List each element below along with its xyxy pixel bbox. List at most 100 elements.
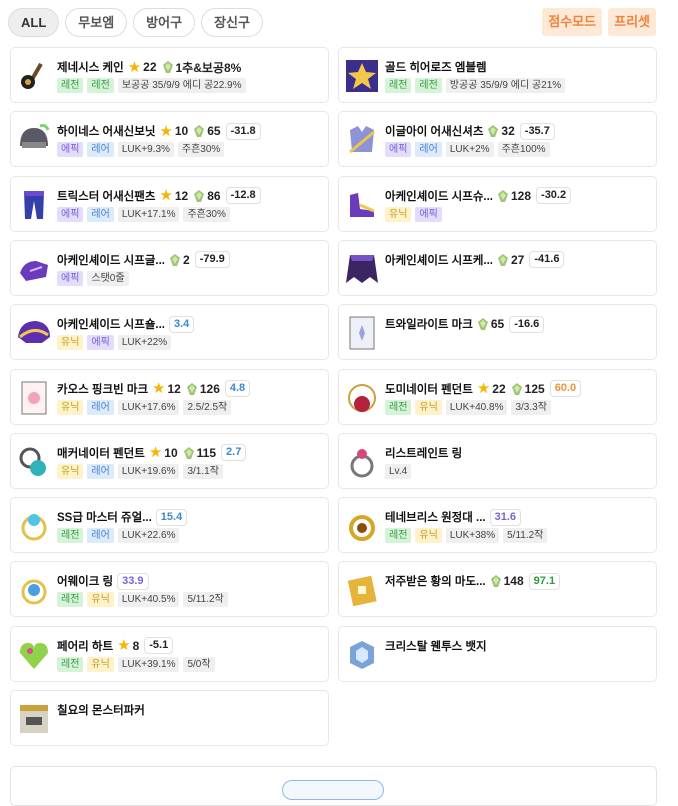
equipment-card[interactable]: 카오스 핑크빈 마크 ★ 12 126 4.8 유닉 레어 LUK+17.6% 2.5/2.5작 [10,368,329,425]
jewel-ring-icon [21,514,47,541]
soul-gem-icon [488,125,499,138]
badge-icon [350,640,374,669]
item-tag: LUK+22% [117,335,172,351]
item-tag: LUK+40.8% [445,399,508,415]
item-tag: 3/1.1작 [183,463,223,479]
item-tag: 유닉 [415,528,442,544]
equipment-card[interactable]: 도미네이터 펜던트 ★ 22 125 60.0 레전 유닉 LUK+40.8% 3/3.3작 [338,368,657,425]
equipment-card[interactable]: 제네시스 케인 ★ 22 1추&보공8% 레전 레전 보공공 35/9/9 에디 공22.9… [10,47,329,103]
score-badge: 2.7 [221,444,247,462]
equipment-card[interactable]: 크리스탈 웬투스 뱃지 [338,625,657,682]
tenebris-ring-icon [349,515,375,542]
item-name: 어웨이크 링 [57,576,114,589]
item-tag: 레어 [87,399,114,415]
item-tag: LUK+17.6% [117,399,180,415]
filter-accessory[interactable]: 장신구 [201,8,263,37]
star-force-value: 12 [174,188,189,203]
equipment-card[interactable]: 아케인셰이드 시프숄... 3.4 유닉 에픽 LUK+22% [10,304,329,361]
item-tag: 레어 [415,142,442,158]
item-tag: 유닉 [57,335,84,351]
soul-value: 2 [183,252,190,267]
score-badge: 97.1 [528,572,561,590]
star-icon: ★ [148,444,163,462]
equipment-card[interactable]: 골드 히어로즈 엠블렘 레전 레전 방공공 35/9/9 에디 공21% [338,47,657,103]
item-tag: 5/11.2작 [183,592,228,608]
item-tag: 레어 [87,142,114,158]
score-badge: -16.6 [509,315,545,333]
mark-icon [349,316,375,350]
star-icon: ★ [117,637,131,655]
item-name: 테네브리스 원정대 ... [385,512,486,525]
star-force-value: 10 [164,445,178,460]
soul-gem-icon [477,318,488,331]
equipment-card[interactable]: 트릭스터 어새신팬츠 ★ 12 86 -12.8 에픽 레어 LUK+17.1% 주흔30% [10,175,329,232]
score-badge: 3.4 [169,315,195,333]
score-mode-button[interactable]: 점수모드 [542,8,603,36]
item-tag: LUK+39.1% [117,656,180,672]
star-icon: ★ [159,122,173,140]
preset-button[interactable]: 프리셋 [608,8,656,36]
filter-armor[interactable]: 방어구 [133,8,196,37]
equipment-card[interactable]: 저주받은 황의 마도... 148 97.1 [338,561,657,618]
bottom-tab[interactable] [282,780,384,800]
item-name: 골드 히어로즈 엠블렘 [385,62,487,74]
item-tag: 5/11.2작 [503,528,548,544]
equipment-card[interactable]: 아케인셰이드 시프케... 27 -41.6 [338,239,657,296]
item-name: 도미네이터 펜던트 [385,383,473,396]
item-tag: 주흔30% [183,206,230,222]
equipment-card[interactable]: 리스트레인트 링 Lv.4 [338,432,657,489]
star-force-value: 22 [492,381,506,396]
item-tag: 유닉 [415,399,442,415]
star-force-value: 10 [174,124,189,139]
item-name: 아케인셰이드 시프슈... [385,190,493,203]
soul-value: 148 [503,574,524,589]
item-tag: 레전 [57,656,84,672]
glove-icon [20,260,48,281]
item-tag: 레전 [385,528,412,544]
item-name: 리스트레인트 링 [385,447,463,460]
score-badge: -35.7 [519,122,555,140]
filter-all[interactable]: ALL [8,8,60,37]
equipment-card[interactable]: 아케인셰이드 시프글... 2 -79.9 에픽 스탯0줄 [10,239,329,296]
item-tag: LUK+19.6% [117,463,180,479]
equipment-card[interactable]: 하이네스 어새신보닛 ★ 10 65 -31.8 에픽 레어 LUK+9.3% 주흔30% [10,111,329,168]
equipment-card[interactable]: 테네브리스 원정대 ... 31.6 레전 유닉 LUK+38% 5/11.2작 [338,497,657,554]
soul-gem-icon [498,189,508,202]
cape-icon [346,254,378,283]
top-bar: ALL 무보엠 방어구 장신구 점수모드 프리셋 [0,0,678,44]
soul-value: 125 [524,381,545,396]
item-name: SS급 마스터 쥬얼... [57,512,152,525]
item-tag: 유닉 [57,399,84,415]
item-tag: 2.5/2.5작 [183,399,232,415]
score-badge: 4.8 [224,380,251,397]
heart-icon [20,642,48,669]
equipment-card[interactable]: 아케인셰이드 시프슈... 128 -30.2 유닉 에픽 [338,175,657,232]
equipment-card[interactable]: 칠요의 몬스터파커 [10,690,329,746]
grimoire-icon [347,576,377,607]
equipment-card[interactable]: SS급 마스터 쥬얼... 15.4 레전 레어 LUK+22.6% [10,497,329,554]
soul-gem-icon [162,61,173,73]
cane-icon [21,62,43,90]
filter-weapon[interactable]: 무보엠 [65,8,128,37]
shoulder-icon [18,321,50,344]
monsterpark-icon [20,705,48,733]
equipment-card[interactable]: 매커네이터 펜던트 ★ 10 115 2.7 유닉 레어 LUK+19.6% 3/1.1작 [10,432,329,489]
score-badge: 15.4 [155,508,188,526]
item-tag: 유닉 [87,656,114,672]
soul-value: 115 [196,445,217,460]
equipment-card[interactable]: 어웨이크 링 33.9 레전 유닉 LUK+40.5% 5/11.2작 [10,561,329,618]
star-icon: ★ [476,380,491,397]
soul-value: 126 [199,381,220,396]
equipment-card[interactable]: 페어리 하트 ★ 8 -5.1 레전 유닉 LUK+39.1% 5/0작 [10,625,329,682]
soul-value: 1추&보공8% [175,60,242,75]
item-tag: 레전 [57,592,84,608]
soul-gem-icon [170,253,180,266]
star-force-value: 8 [132,638,140,653]
item-tag: 유닉 [57,463,84,479]
equipment-card[interactable]: 트와일라이트 마크 65 -16.6 [338,304,657,361]
score-badge: 31.6 [489,508,522,526]
item-tag: LUK+22.6% [117,528,180,544]
equipment-card[interactable]: 이글아이 어새신셔츠 32 -35.7 에픽 레어 LUK+2% 주흔100% [338,111,657,168]
awake-ring-icon [21,579,47,605]
item-tag: 에픽 [87,335,114,351]
